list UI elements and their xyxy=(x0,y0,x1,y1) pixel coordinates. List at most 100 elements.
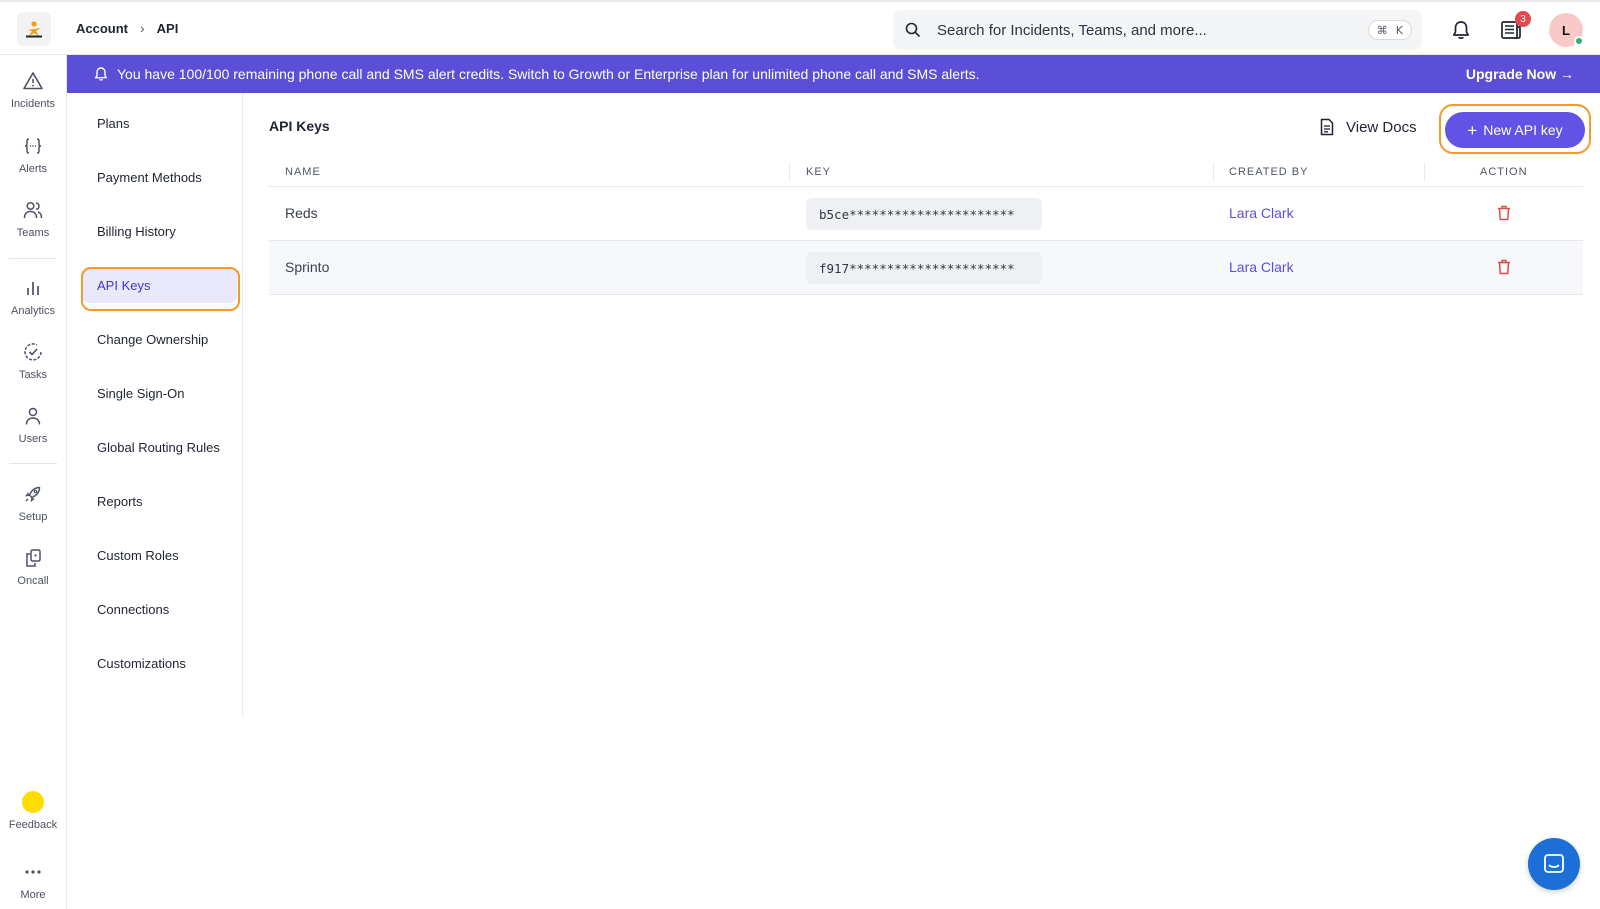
plus-icon: + xyxy=(1467,120,1478,140)
app-logo[interactable] xyxy=(17,12,51,46)
rail-item-incidents[interactable]: Incidents xyxy=(0,70,66,110)
created-by-link[interactable]: Lara Clark xyxy=(1229,259,1294,275)
settings-nav-payment-methods[interactable]: Payment Methods xyxy=(81,159,237,195)
upgrade-banner: You have 100/100 remaining phone call an… xyxy=(67,55,1600,93)
more-label: More xyxy=(20,889,46,901)
rail-item-users[interactable]: Users xyxy=(0,405,66,445)
bar-chart-icon xyxy=(27,282,39,295)
settings-nav-custom-roles[interactable]: Custom Roles xyxy=(81,537,237,573)
rail-label-setup: Setup xyxy=(18,511,48,523)
new-api-key-label: New API key xyxy=(1483,122,1563,138)
column-header-action: ACTION xyxy=(1480,166,1528,178)
top-bar: Account › API ⌘ K xyxy=(0,0,1600,55)
rail-label-alerts: Alerts xyxy=(18,163,48,175)
settings-nav-change-ownership[interactable]: Change Ownership xyxy=(81,321,237,357)
rocket-icon xyxy=(24,486,41,503)
app-root: Account › API ⌘ K xyxy=(0,0,1600,909)
settings-nav-connections[interactable]: Connections xyxy=(81,591,237,627)
created-by-link[interactable]: Lara Clark xyxy=(1229,205,1294,221)
new-api-key-button[interactable]: + New API key xyxy=(1445,112,1585,148)
more-button[interactable]: More xyxy=(0,861,66,901)
rail-label-tasks: Tasks xyxy=(18,369,48,381)
user-icon xyxy=(25,407,41,425)
feedback-icon xyxy=(22,791,44,813)
banner-message: You have 100/100 remaining phone call an… xyxy=(117,66,980,82)
rail-label-incidents: Incidents xyxy=(10,98,56,110)
view-docs-label: View Docs xyxy=(1346,118,1417,136)
rail-item-tasks[interactable]: Tasks xyxy=(0,341,66,381)
notifications-button[interactable] xyxy=(1447,16,1475,44)
rail-divider xyxy=(9,258,57,259)
column-header-key: KEY xyxy=(806,166,832,178)
warning-icon xyxy=(23,72,43,90)
document-icon xyxy=(1320,118,1334,136)
online-status-dot xyxy=(1574,36,1584,46)
settings-nav-plans[interactable]: Plans xyxy=(81,105,237,141)
delete-key-button[interactable] xyxy=(1496,204,1512,225)
breadcrumb-account[interactable]: Account xyxy=(76,21,128,36)
user-avatar[interactable]: L xyxy=(1549,13,1584,47)
column-divider xyxy=(1424,163,1425,181)
settings-nav-reports[interactable]: Reports xyxy=(81,483,237,519)
command-key-icon: ⌘ xyxy=(1376,23,1388,37)
table-row: Reds b5ce********************** Lara Cla… xyxy=(269,187,1583,241)
settings-nav-customizations[interactable]: Customizations xyxy=(81,645,237,681)
upgrade-now-link[interactable]: Upgrade Now → xyxy=(1466,66,1574,82)
rail-label-users: Users xyxy=(18,433,48,445)
team-icon xyxy=(23,201,43,219)
search-icon xyxy=(903,20,923,40)
view-docs-button[interactable]: View Docs xyxy=(1318,118,1417,136)
chevron-right-icon: › xyxy=(140,20,145,36)
api-keys-table: NAME KEY CREATED BY ACTION Reds b5ce****… xyxy=(269,159,1583,295)
rail-label-teams: Teams xyxy=(16,227,50,239)
search-shortcut-hint: ⌘ K xyxy=(1367,20,1412,40)
oncall-icon xyxy=(26,549,41,567)
rail-item-alerts[interactable]: Alerts xyxy=(0,135,66,175)
rail-label-analytics: Analytics xyxy=(10,305,56,317)
rail-label-oncall: Oncall xyxy=(17,575,49,587)
api-key-value: b5ce********************** xyxy=(806,198,1042,230)
settings-nav: Plans Payment Methods Billing History AP… xyxy=(67,93,243,715)
check-circle-icon xyxy=(24,343,42,361)
rail-item-oncall[interactable]: Oncall xyxy=(0,547,66,587)
trash-icon xyxy=(1498,205,1510,221)
primary-sidebar: Incidents Alerts Teams Analytics Tasks U… xyxy=(0,55,67,909)
bell-icon xyxy=(1452,21,1470,39)
logo-icon xyxy=(26,21,42,38)
delete-key-button[interactable] xyxy=(1496,258,1512,279)
rail-divider xyxy=(9,463,57,464)
api-key-name: Sprinto xyxy=(285,259,330,275)
column-divider xyxy=(1213,163,1214,181)
settings-nav-global-routing-rules[interactable]: Global Routing Rules xyxy=(81,429,237,465)
more-dots-icon xyxy=(25,870,41,874)
rail-item-setup[interactable]: Setup xyxy=(0,483,66,523)
breadcrumb-current: API xyxy=(156,20,179,36)
rail-item-analytics[interactable]: Analytics xyxy=(0,277,66,317)
braces-icon xyxy=(24,138,42,154)
page-title: API Keys xyxy=(269,118,330,134)
table-row: Sprinto f917********************** Lara … xyxy=(269,241,1583,295)
column-header-name: NAME xyxy=(285,166,321,178)
api-key-name: Reds xyxy=(285,205,318,221)
chat-support-button[interactable] xyxy=(1528,838,1580,890)
feedback-button[interactable]: Feedback xyxy=(0,791,66,831)
bell-icon xyxy=(93,66,109,82)
shortcut-key: K xyxy=(1395,23,1403,37)
search-input[interactable] xyxy=(937,21,1317,39)
table-header: NAME KEY CREATED BY ACTION xyxy=(269,159,1583,187)
settings-nav-billing-history[interactable]: Billing History xyxy=(81,213,237,249)
avatar-initial: L xyxy=(1562,22,1570,38)
trash-icon xyxy=(1498,259,1510,275)
global-search[interactable]: ⌘ K xyxy=(893,10,1422,50)
rail-item-teams[interactable]: Teams xyxy=(0,199,66,239)
api-keys-highlight-outline xyxy=(81,267,240,311)
updates-button[interactable]: 3 xyxy=(1497,11,1531,44)
column-header-created-by: CREATED BY xyxy=(1229,166,1309,178)
notification-badge: 3 xyxy=(1515,11,1531,27)
api-key-value: f917********************** xyxy=(806,252,1042,284)
column-divider xyxy=(789,163,790,181)
feedback-label: Feedback xyxy=(8,819,58,831)
breadcrumb: Account › API xyxy=(76,20,178,36)
chat-icon xyxy=(1544,854,1564,873)
settings-nav-single-sign-on[interactable]: Single Sign-On xyxy=(81,375,237,411)
